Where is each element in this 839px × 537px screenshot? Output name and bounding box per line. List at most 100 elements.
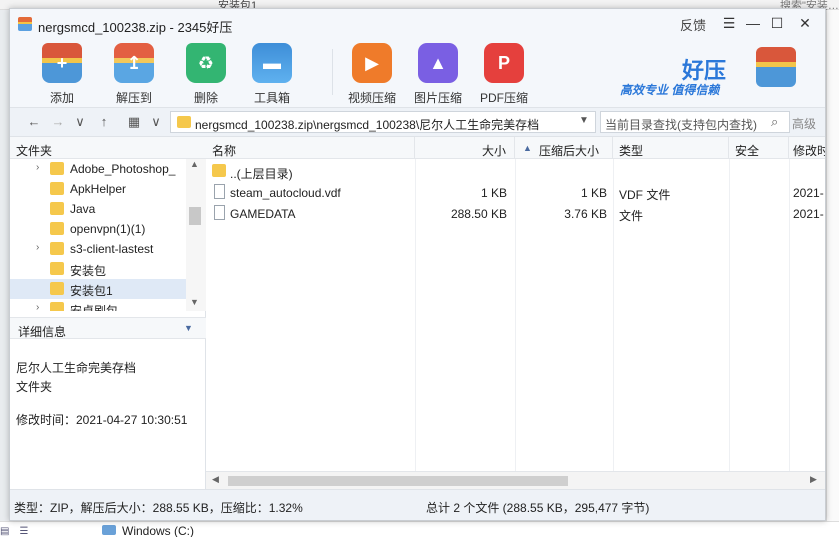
- folder-icon: [50, 222, 64, 235]
- scrollbar-thumb[interactable]: [228, 476, 568, 486]
- tree-item-label: 安装包: [70, 264, 107, 278]
- up-level-icon[interactable]: ↑: [96, 114, 112, 130]
- search-icon[interactable]: ⌕: [771, 114, 778, 130]
- search-input[interactable]: 当前目录查找(支持包内查找) ⌕: [600, 111, 790, 133]
- expand-arrow-icon[interactable]: ›: [36, 302, 39, 311]
- window-title: nergsmcd_100238.zip - 2345好压: [38, 20, 233, 35]
- expand-arrow-icon[interactable]: ›: [36, 242, 39, 253]
- sort-up-icon: ▲: [523, 143, 532, 153]
- add-label: 添加: [49, 91, 74, 105]
- history-dropdown-icon[interactable]: ∨: [72, 114, 88, 130]
- advanced-search-button[interactable]: 高级: [792, 115, 816, 132]
- delete-button[interactable]: ♻ 删除: [176, 39, 236, 105]
- recycle-bin-icon: ♻: [186, 43, 226, 83]
- file-row[interactable]: ..(上层目录): [206, 161, 825, 182]
- column-security-label: 安全: [735, 144, 760, 158]
- file-compressed-size: 1 KB: [580, 186, 607, 200]
- column-header-name[interactable]: 名称: [206, 137, 415, 159]
- tree-item-label: Adobe_Photoshop_: [70, 162, 176, 176]
- file-type: VDF 文件: [619, 188, 671, 202]
- file-compressed-size: 3.76 KB: [564, 207, 607, 221]
- file-row[interactable]: GAMEDATA 288.50 KB 3.76 KB 文件 2021-: [206, 203, 825, 224]
- video-compress-button[interactable]: ▶ 视频压缩: [342, 39, 402, 105]
- detail-info-header[interactable]: 详细信息 ▼: [10, 317, 206, 339]
- image-compress-label: 图片压缩: [413, 91, 462, 105]
- address-dropdown-icon[interactable]: ▼: [579, 115, 589, 126]
- add-button[interactable]: + 添加: [32, 39, 92, 105]
- image-compress-icon: ▲: [418, 43, 458, 83]
- folder-tree-scrollbar[interactable]: ▲ ▼: [186, 159, 206, 311]
- collapse-arrow-icon[interactable]: ▼: [184, 323, 193, 333]
- folder-tree: › Adobe_Photoshop_ ApkHelper Java openvp…: [10, 159, 186, 311]
- tree-item-label: Java: [70, 202, 96, 216]
- file-list: 名称 大小 ▲ 压缩后大小 类型 安全 修改时 ..(上层目录) steam_a…: [206, 137, 825, 489]
- horizontal-scrollbar[interactable]: ◀ ▶: [206, 471, 825, 489]
- extract-archive-icon: ↥: [114, 43, 154, 83]
- back-arrow-icon[interactable]: ←: [26, 114, 42, 130]
- file-row[interactable]: steam_autocloud.vdf 1 KB 1 KB VDF 文件 202…: [206, 182, 825, 203]
- column-type-label: 类型: [619, 144, 644, 158]
- file-size: 1 KB: [480, 186, 507, 200]
- toolbar: + 添加 ↥ 解压到 ♻ 删除 ▬ 工具箱 ▶ 视频压缩 ▲ 图片压缩 P PD…: [10, 37, 825, 107]
- tree-item-label: 安卓刷包: [70, 304, 119, 311]
- minimize-button[interactable]: —: [742, 13, 764, 33]
- title-bar[interactable]: nergsmcd_100238.zip - 2345好压 反馈 ☰ — ☐ ✕: [10, 9, 825, 37]
- file-name: steam_autocloud.vdf: [230, 186, 341, 200]
- haozip-window: nergsmcd_100238.zip - 2345好压 反馈 ☰ — ☐ ✕ …: [9, 8, 826, 521]
- file-modified: 2021-: [793, 186, 824, 200]
- view-mode-icon[interactable]: ▦: [126, 114, 142, 130]
- column-header-size[interactable]: 大小: [415, 137, 515, 159]
- column-header-modified[interactable]: 修改时: [789, 137, 825, 159]
- scroll-down-icon[interactable]: ▼: [190, 297, 199, 307]
- view-mode-dropdown-icon[interactable]: ∨: [148, 114, 164, 130]
- image-compress-button[interactable]: ▲ 图片压缩: [408, 39, 468, 105]
- pdf-compress-icon: P: [484, 43, 524, 83]
- tree-item[interactable]: › Adobe_Photoshop_: [10, 159, 186, 179]
- tree-item-label: openvpn(1)(1): [70, 222, 146, 236]
- video-compress-label: 视频压缩: [347, 91, 396, 105]
- column-modified-label: 修改时: [793, 144, 825, 158]
- file-size: 288.50 KB: [450, 207, 507, 221]
- folder-icon: [50, 262, 64, 275]
- folder-icon: [50, 282, 64, 295]
- tree-item[interactable]: 安装包: [10, 259, 186, 279]
- close-button[interactable]: ✕: [794, 13, 816, 33]
- tree-item[interactable]: › s3-client-lastest: [10, 239, 186, 259]
- maximize-button[interactable]: ☐: [766, 13, 788, 33]
- toolbox-button[interactable]: ▬ 工具箱: [242, 39, 302, 105]
- background-drive-label[interactable]: Windows (C:): [122, 524, 194, 537]
- file-modified: 2021-: [793, 207, 824, 221]
- scrollbar-thumb[interactable]: [189, 207, 201, 225]
- tree-item[interactable]: ApkHelper: [10, 179, 186, 199]
- menu-button[interactable]: ☰: [718, 13, 740, 33]
- column-header-security[interactable]: 安全: [729, 137, 789, 159]
- tree-item[interactable]: Java: [10, 199, 186, 219]
- feedback-link[interactable]: 反馈: [680, 15, 706, 34]
- drive-icon: [102, 525, 116, 535]
- pdf-compress-button[interactable]: P PDF压缩: [474, 39, 534, 105]
- column-header-compressed[interactable]: ▲ 压缩后大小: [515, 137, 613, 159]
- scroll-left-icon[interactable]: ◀: [212, 474, 219, 485]
- tree-item-label: 安装包1: [70, 284, 113, 298]
- background-explorer-footer: ▤☰ Windows (C:): [0, 521, 839, 537]
- tree-item[interactable]: openvpn(1)(1): [10, 219, 186, 239]
- forward-arrow-icon[interactable]: →: [50, 114, 66, 130]
- tree-item[interactable]: › 安卓刷包: [10, 299, 186, 311]
- detail-info-title: 详细信息: [18, 325, 67, 339]
- extract-button[interactable]: ↥ 解压到: [104, 39, 164, 105]
- column-header-type[interactable]: 类型: [613, 137, 729, 159]
- column-name-label: 名称: [212, 144, 237, 158]
- expand-arrow-icon[interactable]: ›: [36, 162, 39, 173]
- scroll-right-icon[interactable]: ▶: [810, 474, 817, 485]
- parent-folder-icon: [212, 164, 226, 177]
- file-name: GAMEDATA: [230, 207, 296, 221]
- address-path: nergsmcd_100238.zip\nergsmcd_100238\尼尔人工…: [195, 118, 540, 132]
- folder-icon: [177, 116, 191, 128]
- address-bar[interactable]: nergsmcd_100238.zip\nergsmcd_100238\尼尔人工…: [170, 111, 596, 133]
- scroll-up-icon[interactable]: ▲: [190, 159, 199, 169]
- address-row: ← → ∨ ↑ ▦ ∨ nergsmcd_100238.zip\nergsmcd…: [10, 107, 825, 137]
- toolbar-divider: [332, 49, 333, 95]
- tree-item-selected[interactable]: 安装包1: [10, 279, 186, 299]
- extract-label: 解压到: [115, 91, 152, 105]
- tree-item-label: s3-client-lastest: [70, 242, 154, 256]
